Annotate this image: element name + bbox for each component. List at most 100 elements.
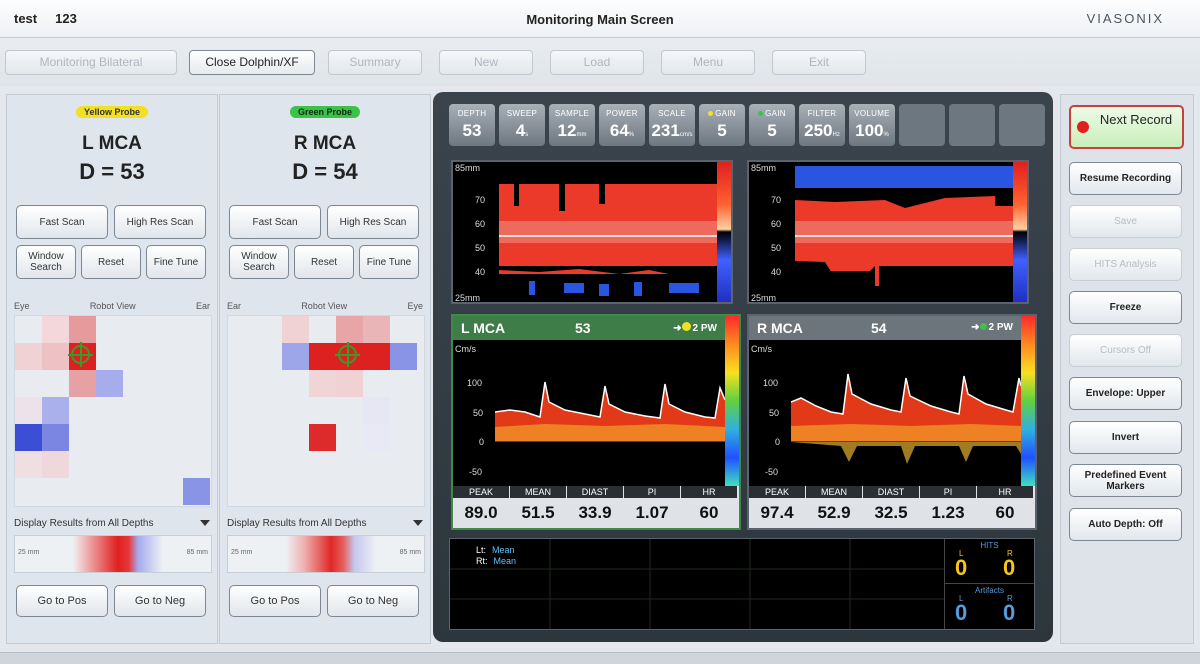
grid-cell [390,343,417,370]
left-robot-view-grid[interactable] [14,315,212,507]
right-fine-tune-button[interactable]: Fine Tune [359,245,419,279]
left-depth-label: D = 53 [79,159,145,184]
green-dot-icon [758,111,764,116]
param-power[interactable]: POWER 64% [599,104,645,146]
right-robot-view-grid[interactable] [227,315,425,507]
robot-left-label: Ear [227,301,242,311]
right-go-to-neg-button[interactable]: Go to Neg [327,585,419,617]
stat-hr: HR 60 [681,486,737,523]
left-doppler-waveform [495,381,725,442]
right-display-results-select[interactable]: Display Results from All Depths [227,518,423,529]
param-gain-left[interactable]: GAIN 5 [699,104,745,146]
grid-cell [15,397,42,424]
next-record-button[interactable]: Next Record [1069,105,1184,149]
envelope-button[interactable]: Envelope: Upper [1069,377,1182,410]
right-high-res-scan-button[interactable]: High Res Scan [327,205,419,239]
right-stats: PEAK 97.4 MEAN 52.9 DIAST 32.5 PI 1.23 HR 60 [749,486,1035,528]
grid-cell [282,343,309,370]
top-toolbar: Monitoring Bilateral Close Dolphin/XF Su… [0,38,1200,86]
load-button[interactable]: Load [550,50,644,75]
yellow-dot-icon [681,322,691,331]
left-spectrum-display[interactable]: L MCA 53 ➜ 2 PW Cm/s 100 50 0 -50 PEAK 89.… [451,314,741,530]
grid-cell [69,370,96,397]
left-fine-tune-button[interactable]: Fine Tune [146,245,206,279]
save-button[interactable]: Save [1069,205,1182,238]
rt-value: Mean [493,556,517,566]
left-high-res-scan-button[interactable]: High Res Scan [114,205,206,239]
spectrum-tick: 50 [769,408,780,418]
stat-diast: DIAST 33.9 [567,486,623,523]
right-fast-scan-button[interactable]: Fast Scan [229,205,321,239]
invert-button[interactable]: Invert [1069,421,1182,454]
stat-pi: PI 1.07 [624,486,680,523]
left-display-results-select[interactable]: Display Results from All Depths [14,518,210,529]
param-unit: cm/s [679,132,693,138]
right-reset-button[interactable]: Reset [294,245,354,279]
grid-cell [15,343,42,370]
stat-pi: PI 1.23 [920,486,976,523]
right-window-search-button[interactable]: Window Search [229,245,289,279]
crosshair-icon [335,342,360,367]
crosshair-icon [68,342,93,367]
hits-analysis-button[interactable]: HITS Analysis [1069,248,1182,281]
robot-center-label: Robot View [301,301,348,311]
summary-button[interactable]: Summary [328,50,422,75]
left-stats: PEAK 89.0 MEAN 51.5 DIAST 33.9 PI 1.07 HR 60 [453,486,739,528]
monitoring-bilateral-button[interactable]: Monitoring Bilateral [5,50,177,75]
mmode-bottom-label: 25mm [751,293,777,303]
resume-recording-button[interactable]: Resume Recording [1069,162,1182,195]
grid-cell [336,316,363,343]
mmode-tick: 70 [475,195,486,205]
param-filter[interactable]: FILTER 250Hz [799,104,845,146]
mmode-tick: 40 [475,267,486,277]
param-unit: Hz [832,132,840,138]
chevron-down-icon [200,520,210,526]
param-gain-right[interactable]: GAIN 5 [749,104,795,146]
depth-max-label: 85 mm [399,549,421,556]
spectrum-tick: 0 [775,437,781,447]
param-sample[interactable]: SAMPLE 12mm [549,104,595,146]
right-spectrum-display[interactable]: R MCA 54 ➜ 2 PW Cm/s 100 50 0 -50 PEAK 97.… [747,314,1037,530]
left-go-to-neg-button[interactable]: Go to Neg [114,585,206,617]
left-window-search-button[interactable]: Window Search [16,245,76,279]
depth-max-label: 85 mm [186,549,208,556]
spectrum-tick: 50 [473,408,484,418]
param-depth[interactable]: DEPTH 53 [449,104,495,146]
grid-cell [183,478,210,505]
right-go-to-pos-button[interactable]: Go to Pos [229,585,321,617]
chevron-down-icon [413,520,423,526]
grid-cell [42,316,69,343]
left-reset-button[interactable]: Reset [81,245,141,279]
grid-cell [335,342,363,370]
param-unit: s [525,132,529,138]
left-fast-scan-button[interactable]: Fast Scan [16,205,108,239]
display-results-label: Display Results from All Depths [14,518,154,529]
param-sweep[interactable]: SWEEP 4s [499,104,545,146]
param-scale[interactable]: SCALE 231cm/s [649,104,695,146]
spectrum-vessel: R MCA [757,320,803,336]
right-mmode-image [795,166,1013,302]
grid-cell [363,424,390,451]
mmode-colorbar [717,162,731,302]
menu-button[interactable]: Menu [661,50,755,75]
param-volume[interactable]: VOLUME 100% [849,104,895,146]
freeze-button[interactable]: Freeze [1069,291,1182,324]
close-dolphin-button[interactable]: Close Dolphin/XF [189,50,315,75]
mmode-top-label: 85mm [455,163,481,173]
grid-cell [15,424,42,451]
record-dot-icon [1077,121,1089,133]
trend-grid [450,539,944,629]
new-button[interactable]: New [439,50,533,75]
grid-cell [363,397,390,424]
spectrum-colorbar [725,316,739,486]
arrow-right-icon: ➜ [673,323,682,334]
trend-display: Lt: Mean Rt: Mean HITS L R 0 0 Artifacts L… [449,538,1035,630]
auto-depth-button[interactable]: Auto Depth: Off [1069,508,1182,541]
hits-r-value: 0 [1003,555,1016,580]
left-go-to-pos-button[interactable]: Go to Pos [16,585,108,617]
exit-button[interactable]: Exit [772,50,866,75]
predefined-event-markers-button[interactable]: Predefined Event Markers [1069,464,1182,497]
cursors-off-button[interactable]: Cursors Off [1069,334,1182,367]
param-unit: % [883,132,889,138]
mmode-tick: 70 [771,195,782,205]
